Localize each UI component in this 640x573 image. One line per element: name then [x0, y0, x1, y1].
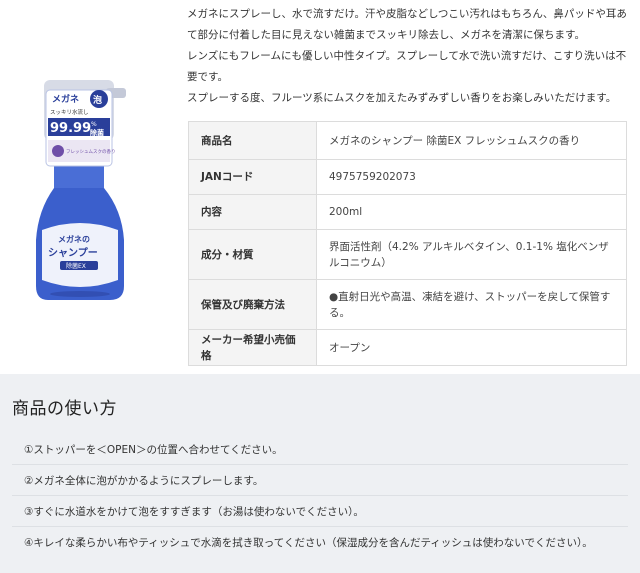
description-paragraph: レンズにもフレームにも優しい中性タイプ。スプレーして水で洗い流すだけ、こすり洗い…	[187, 50, 627, 83]
spec-key: 商品名	[188, 121, 317, 160]
spec-row: メーカー希望小売価格 オープン	[188, 329, 627, 366]
label-percent-unit: %	[91, 121, 97, 128]
spec-value: 界面活性剤（4.2% アルキルベタイン、0.1-1% 塩化ベンザルコニウム）	[316, 229, 627, 280]
spec-key: JANコード	[188, 159, 317, 195]
description-paragraph: メガネにスプレーし、水で流すだけ。汗や皮脂などしつこい汚れはもちろん、鼻パッドや…	[187, 8, 627, 41]
spec-row: 商品名 メガネのシャンプー 除菌EX フレッシュムスクの香り	[188, 121, 627, 160]
label-foam: 泡	[93, 94, 102, 106]
spec-key: 成分・材質	[188, 229, 317, 280]
usage-section: 商品の使い方 ①ストッパーを＜OPEN＞の位置へ合わせてください。 ②メガネ全体…	[0, 374, 640, 573]
product-description: メガネにスプレーし、水で流すだけ。汗や皮脂などしつこい汚れはもちろん、鼻パッドや…	[187, 4, 633, 109]
usage-step: ②メガネ全体に泡がかかるようにスプレーします。	[12, 465, 628, 496]
spec-row: 成分・材質 界面活性剤（4.2% アルキルベタイン、0.1-1% 塩化ベンザルコ…	[188, 229, 627, 280]
description-paragraph: スプレーする度、フルーツ系にムスクを加えたみずみずしい香りをお楽しみいただけます…	[187, 92, 617, 104]
spec-value: オープン	[316, 329, 627, 366]
spec-value: 4975759202073	[316, 159, 627, 195]
spec-key: メーカー希望小売価格	[188, 329, 317, 366]
usage-step: ③すぐに水道水をかけて泡をすすぎます（お湯は使わないでください）。	[12, 496, 628, 527]
product-detail-section: メガネ 泡 スッキリ水流し 99.99 % 除菌 フレッシュムスクの香り メガネ…	[0, 0, 640, 374]
spec-key: 保管及び廃棄方法	[188, 279, 317, 330]
bottle-base	[50, 291, 110, 297]
spec-value: ●直射日光や高温、凍結を避け、ストッパーを戻して保管する。	[316, 279, 627, 330]
spec-table: 商品名 メガネのシャンプー 除菌EX フレッシュムスクの香り JANコード 49…	[188, 121, 627, 366]
label-kill: 除菌	[90, 128, 104, 137]
usage-steps: ①ストッパーを＜OPEN＞の位置へ合わせてください。 ②メガネ全体に泡がかかるよ…	[12, 434, 628, 558]
brand-main-2: シャンプー	[48, 246, 98, 259]
label-percent: 99.99	[50, 121, 91, 136]
label-megane: メガネ	[52, 93, 79, 105]
label-sub: スッキリ水流し	[50, 108, 89, 116]
usage-step: ④キレイな柔らかい布やティッシュで水滴を拭き取ってください（保湿成分を含んだティ…	[24, 537, 593, 549]
spec-row: JANコード 4975759202073	[188, 159, 627, 195]
product-image: メガネ 泡 スッキリ水流し 99.99 % 除菌 フレッシュムスクの香り メガネ…	[36, 80, 126, 300]
flower-icon	[52, 145, 64, 157]
spec-value: 200ml	[316, 194, 627, 230]
spec-value: メガネのシャンプー 除菌EX フレッシュムスクの香り	[316, 121, 627, 160]
spec-row: 保管及び廃棄方法 ●直射日光や高温、凍結を避け、ストッパーを戻して保管する。	[188, 279, 627, 330]
usage-step: ①ストッパーを＜OPEN＞の位置へ合わせてください。	[12, 434, 628, 465]
usage-title: 商品の使い方	[12, 399, 117, 419]
label-scent: フレッシュムスクの香り	[66, 148, 116, 155]
spec-row: 内容 200ml	[188, 194, 627, 230]
brand-sub: 除菌EX	[66, 262, 86, 270]
spec-key: 内容	[188, 194, 317, 230]
brand-main-1: メガネの	[58, 234, 90, 244]
